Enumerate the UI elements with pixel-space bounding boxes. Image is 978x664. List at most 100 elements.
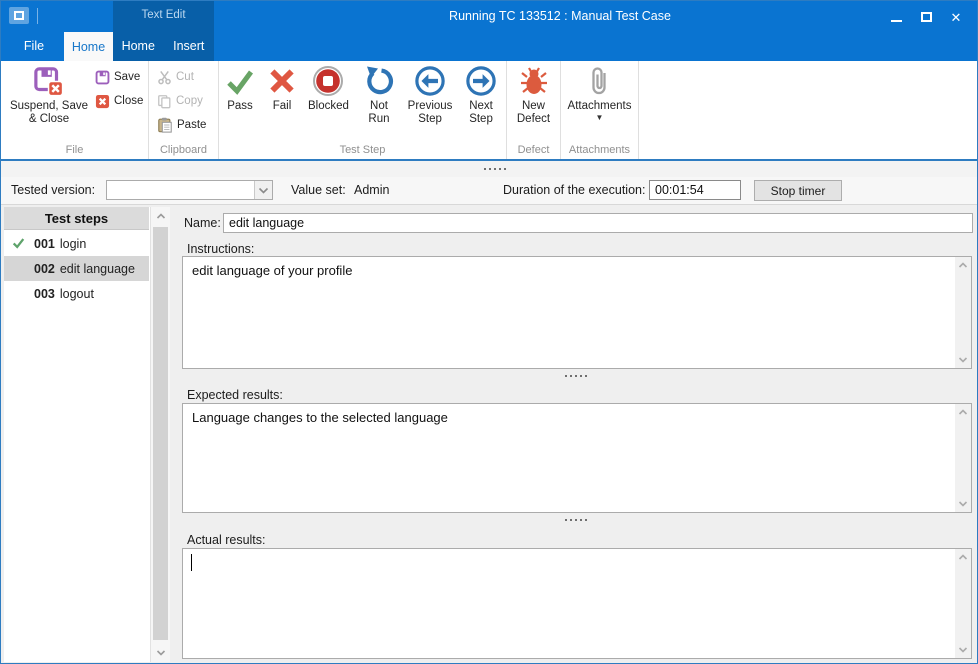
fail-label: Fail (273, 100, 292, 113)
paperclip-icon (584, 65, 614, 97)
instructions-label: Instructions: (187, 242, 254, 256)
cut-label: Cut (176, 71, 194, 83)
not-run-label: Not Run (359, 100, 399, 126)
save-button[interactable]: Save (95, 65, 143, 89)
scroll-up-icon[interactable] (151, 213, 170, 219)
step-number: 001 (34, 237, 55, 251)
attachments-label: Attachments (568, 100, 632, 113)
step-number: 002 (34, 262, 55, 276)
content-area: Test steps 001 login 002 edit language 0… (1, 204, 977, 663)
save-close-icon (34, 67, 64, 97)
group-label-test-step: Test Step (219, 144, 506, 156)
app-window: Text Edit Home Insert Running TC 133512 … (0, 0, 978, 664)
bug-icon (519, 65, 549, 97)
close-red-icon (95, 94, 110, 109)
scroll-down-icon[interactable] (955, 357, 971, 363)
scroll-down-icon[interactable] (955, 647, 971, 653)
duration-label: Duration of the execution: (503, 183, 645, 197)
next-step-label: Next Step (461, 100, 501, 126)
execution-toolbar: Tested version: Value set: Admin Duratio… (1, 177, 977, 204)
scroll-up-icon[interactable] (955, 409, 971, 415)
group-label-clipboard: Clipboard (149, 144, 218, 156)
expected-results-text: Language changes to the selected languag… (192, 410, 947, 425)
paste-icon (157, 117, 173, 133)
expected-results-label: Expected results: (187, 388, 283, 402)
ribbon-splitter[interactable] (1, 161, 977, 177)
name-input[interactable] (223, 213, 973, 233)
tab-file[interactable]: File (9, 31, 59, 61)
attachments-dropdown-icon: ▼ (596, 114, 604, 122)
not-run-rotate-icon (363, 65, 395, 97)
actual-results-label: Actual results: (187, 533, 266, 547)
step-details-panel: Name: Instructions: edit language of you… (177, 205, 974, 664)
close-test-button[interactable]: Close (95, 89, 143, 113)
step-label: edit language (60, 262, 135, 276)
step-label: logout (60, 287, 94, 301)
close-button[interactable]: ✕ (941, 6, 971, 28)
scroll-up-icon[interactable] (955, 554, 971, 560)
ribbon-group-test-step: Pass Fail Blocked (219, 61, 507, 159)
instructions-scrollbar[interactable] (955, 257, 971, 368)
maximize-button[interactable] (911, 6, 941, 28)
scroll-up-icon[interactable] (955, 262, 971, 268)
ribbon-group-defect: New Defect Defect (507, 61, 561, 159)
paste-label: Paste (177, 119, 206, 131)
window-title: Running TC 133512 : Manual Test Case (1, 9, 977, 23)
section-splitter[interactable] (177, 375, 974, 377)
previous-step-icon (414, 65, 446, 97)
pass-label: Pass (227, 100, 253, 113)
instructions-field[interactable]: edit language of your profile (182, 256, 972, 369)
save-icon (95, 70, 110, 85)
steps-scrollbar[interactable] (150, 207, 170, 662)
name-label: Name: (184, 216, 221, 230)
cut-icon (157, 70, 172, 85)
maximize-icon (921, 12, 932, 22)
close-icon: ✕ (951, 11, 962, 24)
tab-ctx-home[interactable]: Home (113, 31, 164, 61)
copy-label: Copy (176, 95, 203, 107)
suspend-save-close-label: Suspend, Save & Close (5, 100, 93, 126)
stop-timer-button[interactable]: Stop timer (754, 180, 842, 201)
value-set-value: Admin (354, 183, 389, 197)
copy-icon (157, 94, 172, 109)
paste-button[interactable]: Paste (157, 113, 218, 137)
group-label-defect: Defect (507, 144, 560, 156)
combo-dropdown-button[interactable] (254, 181, 272, 199)
minimize-icon (891, 20, 902, 22)
tested-version-label: Tested version: (11, 183, 95, 197)
scroll-down-icon[interactable] (151, 650, 170, 656)
splitter-grip (484, 168, 506, 170)
test-steps-panel: Test steps 001 login 002 edit language 0… (4, 207, 170, 662)
tab-home-selected[interactable]: Home (64, 32, 113, 61)
cut-button[interactable]: Cut (157, 65, 218, 89)
section-splitter[interactable] (177, 519, 974, 521)
tab-ctx-insert[interactable]: Insert (164, 31, 215, 61)
expected-results-field[interactable]: Language changes to the selected languag… (182, 403, 972, 513)
test-step-row-003[interactable]: 003 logout (4, 281, 149, 306)
save-label: Save (114, 71, 140, 83)
previous-step-label: Previous Step (408, 100, 453, 126)
scroll-down-icon[interactable] (955, 501, 971, 507)
group-label-file: File (1, 144, 148, 156)
scrollbar-thumb[interactable] (153, 227, 168, 640)
step-label: login (60, 237, 86, 251)
test-step-row-001[interactable]: 001 login (4, 231, 149, 256)
pass-check-icon (224, 65, 256, 97)
test-step-row-002-selected[interactable]: 002 edit language (4, 256, 149, 281)
actual-scrollbar[interactable] (955, 549, 971, 658)
new-defect-label: New Defect (508, 100, 560, 126)
fail-x-icon (266, 65, 298, 97)
actual-results-field[interactable] (182, 548, 972, 659)
copy-button[interactable]: Copy (157, 89, 218, 113)
title-bar: Text Edit Home Insert Running TC 133512 … (1, 1, 977, 61)
duration-input[interactable] (649, 180, 741, 200)
chevron-down-icon (258, 187, 269, 194)
instructions-text: edit language of your profile (192, 263, 947, 278)
text-cursor (191, 554, 192, 571)
next-step-icon (465, 65, 497, 97)
tested-version-combobox[interactable] (106, 180, 273, 200)
expected-scrollbar[interactable] (955, 404, 971, 512)
ribbon-group-file: Suspend, Save & Close Save Clo (1, 61, 149, 159)
close-label: Close (114, 95, 143, 107)
minimize-button[interactable] (881, 6, 911, 28)
